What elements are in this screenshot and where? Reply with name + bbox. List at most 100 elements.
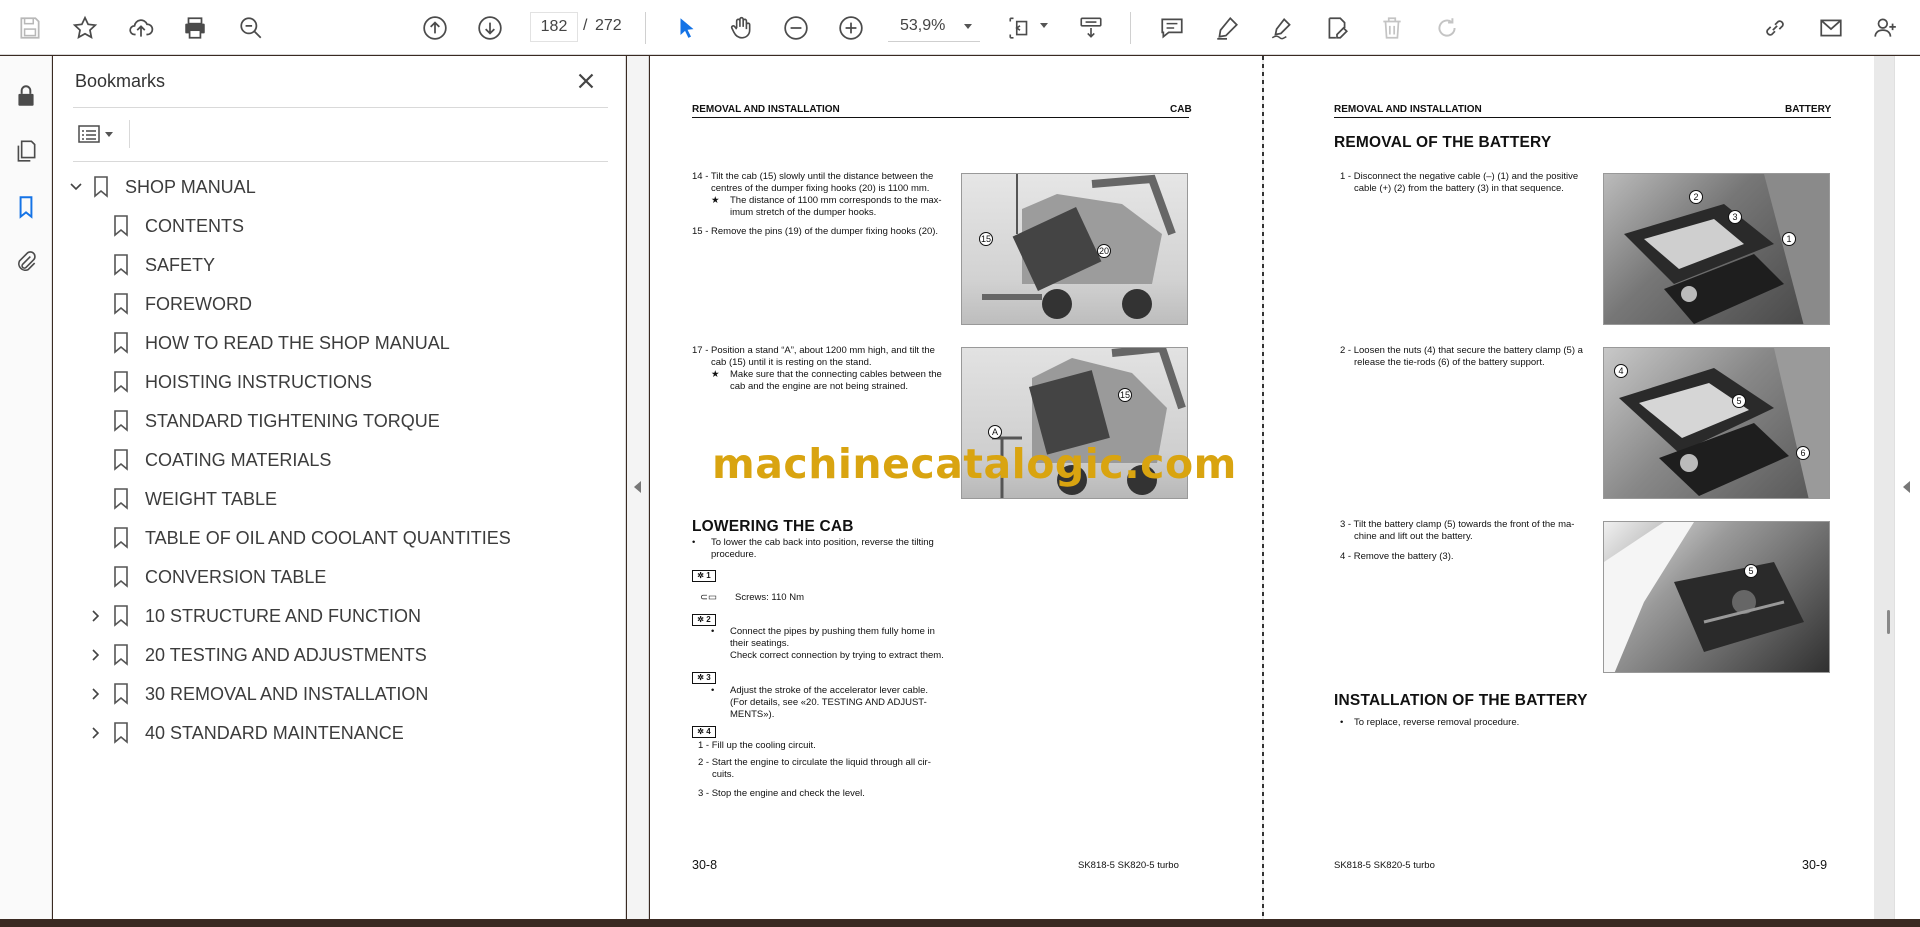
lowering-text: To lower the cab back into position, rev… [711,537,934,548]
redo-icon[interactable] [1430,11,1464,45]
bookmark-label: CONVERSION TABLE [145,567,327,587]
edit-pdf-icon[interactable] [1320,11,1354,45]
step-17-note: Make sure that the connecting cables bet… [730,369,942,380]
panel-collapse-handle[interactable] [627,56,649,919]
callout-5: 5 [1744,564,1758,578]
pipes-text-check: Check correct connection by trying to ex… [730,650,944,661]
bookmarks-icon[interactable] [8,189,44,225]
hand-tool-icon[interactable] [724,11,758,45]
removal-battery-title: REMOVAL OF THE BATTERY [1334,134,1552,151]
bookmark-icon [94,176,108,198]
zoom-search-icon[interactable] [234,11,268,45]
comment-icon[interactable] [1155,11,1189,45]
bookmark-item[interactable]: 40 STANDARD MAINTENANCE [53,714,626,753]
close-icon[interactable] [573,68,599,94]
star-icon[interactable] [68,11,102,45]
trash-icon[interactable] [1375,11,1409,45]
bookmark-item[interactable]: SAFETY [53,246,626,285]
zoom-in-icon[interactable] [834,11,868,45]
bookmark-item[interactable]: COATING MATERIALS [53,441,626,480]
header-rule [1334,117,1831,118]
lock-icon[interactable] [8,78,44,114]
add-user-icon[interactable] [1868,11,1902,45]
bookmark-icon [114,215,128,237]
bookmark-item[interactable]: HOISTING INSTRUCTIONS [53,363,626,402]
highlight-pen-icon[interactable] [1210,11,1244,45]
attachments-icon[interactable] [8,244,44,280]
toolbar-divider [1130,12,1131,44]
removal-step-1: 1 - Disconnect the negative cable (–) (1… [1340,171,1579,182]
bookmark-item[interactable]: WEIGHT TABLE [53,480,626,519]
removal-step-2-cont: release the tie-rods (6) of the battery … [1354,357,1545,368]
bookmark-item[interactable]: HOW TO READ THE SHOP MANUAL [53,324,626,363]
chevron-right-icon[interactable] [89,687,103,701]
installation-battery-title: INSTALLATION OF THE BATTERY [1334,692,1588,709]
page-separator: / [583,17,588,34]
accel-text: Adjust the stroke of the accelerator lev… [730,685,929,696]
chevron-right-icon[interactable] [89,726,103,740]
right-panel-handle[interactable] [1894,56,1920,919]
stop-step: 3 - Stop the engine and check the level. [698,788,865,799]
page-number-input[interactable]: 182 [530,12,578,42]
battery-clamp-illustration [1619,348,1829,498]
bullet: • [692,537,696,548]
watermark-text: machinecatalogic.com [712,440,1237,488]
step-17-cont: cab (15) until it is resting on the stan… [711,357,872,368]
removal-step-4: 4 - Remove the battery (3). [1340,551,1454,562]
chevron-right-icon[interactable] [89,648,103,662]
removal-step-3-cont: chine and lift out the battery. [1354,531,1473,542]
pipes-text: Connect the pipes by pushing them fully … [730,626,935,637]
save-icon[interactable] [13,11,47,45]
share-link-icon[interactable] [1758,11,1792,45]
bookmark-icon [114,566,128,588]
bookmark-item[interactable]: FOREWORD [53,285,626,324]
email-icon[interactable] [1814,11,1848,45]
chevron-down-icon[interactable] [1040,23,1048,28]
page-thumbnails-icon[interactable] [8,133,44,169]
zoom-level-select[interactable]: 53,9% [888,12,980,42]
bookmark-options-button[interactable] [77,120,121,148]
bookmark-item[interactable]: TABLE OF OIL AND COOLANT QUANTITIES [53,519,626,558]
scroll-mode-icon[interactable] [1074,11,1108,45]
step-17-note-cont: cab and the engine are not being straine… [730,381,908,392]
bookmark-item[interactable]: 30 REMOVAL AND INSTALLATION [53,675,626,714]
bookmark-label: WEIGHT TABLE [145,489,278,509]
bookmark-label: HOW TO READ THE SHOP MANUAL [145,333,450,353]
header-rule [692,117,1189,118]
callout-15: 15 [1118,388,1132,402]
bullet: • [711,626,715,637]
pipes-text-cont: their seatings. [730,638,790,649]
star-note-icon: ★ [711,195,720,206]
scrollbar-thumb[interactable] [1887,610,1890,634]
left-navigation-rail [0,56,52,919]
battery-photo-1: 2 3 1 [1603,173,1830,325]
step-14-note: The distance of 1100 mm corresponds to t… [730,195,942,206]
upload-cloud-icon[interactable] [124,11,158,45]
select-cursor-icon[interactable] [670,11,704,45]
step-15: 15 - Remove the pins (19) of the dumper … [692,226,939,237]
installation-text: To replace, reverse removal procedure. [1354,717,1520,728]
removal-step-1-cont: cable (+) (2) from the battery (3) in th… [1354,183,1564,194]
skid-steer-illustration [982,174,1176,319]
bookmark-item[interactable]: SHOP MANUAL [53,168,626,207]
chevron-down-icon[interactable] [69,180,83,194]
page-number: 30-8 [692,858,718,872]
bookmark-item[interactable]: CONVERSION TABLE [53,558,626,597]
chevron-right-icon[interactable] [89,609,103,623]
bookmark-item[interactable]: 10 STRUCTURE AND FUNCTION [53,597,626,636]
divider [129,120,130,148]
previous-page-icon[interactable] [418,11,452,45]
bookmark-icon [114,293,128,315]
page-fit-icon[interactable] [1003,11,1037,45]
zoom-level-value: 53,9% [900,17,946,34]
draw-signature-icon[interactable] [1265,11,1299,45]
bookmark-item[interactable]: 20 TESTING AND ADJUSTMENTS [53,636,626,675]
bookmark-item[interactable]: CONTENTS [53,207,626,246]
bookmark-item[interactable]: STANDARD TIGHTENING TORQUE [53,402,626,441]
print-icon[interactable] [178,11,212,45]
top-toolbar: 182 / 272 53,9% [0,0,1920,55]
bookmark-icon [114,371,128,393]
zoom-out-icon[interactable] [779,11,813,45]
panel-title: Bookmarks [75,71,166,91]
next-page-icon[interactable] [473,11,507,45]
